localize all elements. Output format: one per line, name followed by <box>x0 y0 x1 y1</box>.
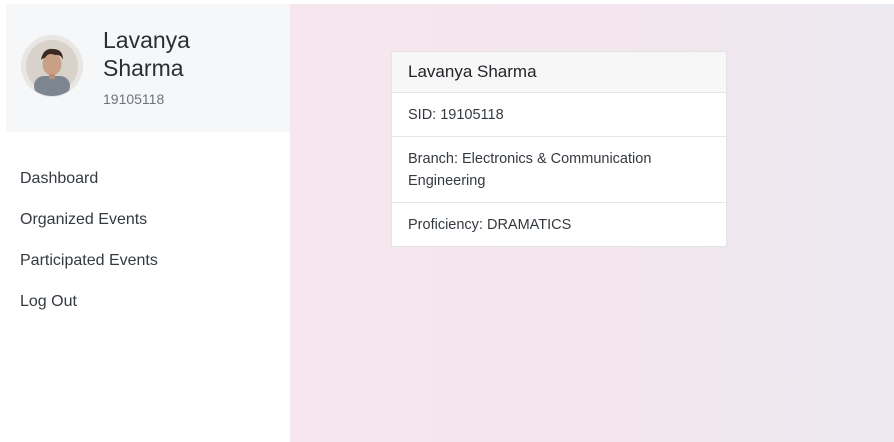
profile-id: 19105118 <box>103 91 165 107</box>
sidebar-item-dashboard[interactable]: Dashboard <box>20 168 158 209</box>
profile-panel: Lavanya Sharma 19105118 <box>6 4 290 132</box>
student-info-card: Lavanya Sharma SID: 19105118 Branch: Ele… <box>391 51 727 247</box>
sidebar-item-participated-events[interactable]: Participated Events <box>20 250 158 291</box>
card-title: Lavanya Sharma <box>392 52 726 93</box>
sidebar-nav: Dashboard Organized Events Participated … <box>20 168 158 332</box>
card-proficiency: Proficiency: DRAMATICS <box>408 217 572 233</box>
sidebar-item-organized-events[interactable]: Organized Events <box>20 209 158 250</box>
user-photo-icon <box>22 36 82 96</box>
card-sid: SID: 19105118 <box>392 93 726 137</box>
main-content: Lavanya Sharma SID: 19105118 Branch: Ele… <box>290 4 894 442</box>
avatar <box>22 36 82 96</box>
sidebar: Lavanya Sharma 19105118 Dashboard Organi… <box>0 0 290 442</box>
profile-name: Lavanya Sharma <box>103 27 190 81</box>
sidebar-item-log-out[interactable]: Log Out <box>20 291 158 332</box>
card-branch: Branch: Electronics & Communication Engi… <box>392 137 726 203</box>
